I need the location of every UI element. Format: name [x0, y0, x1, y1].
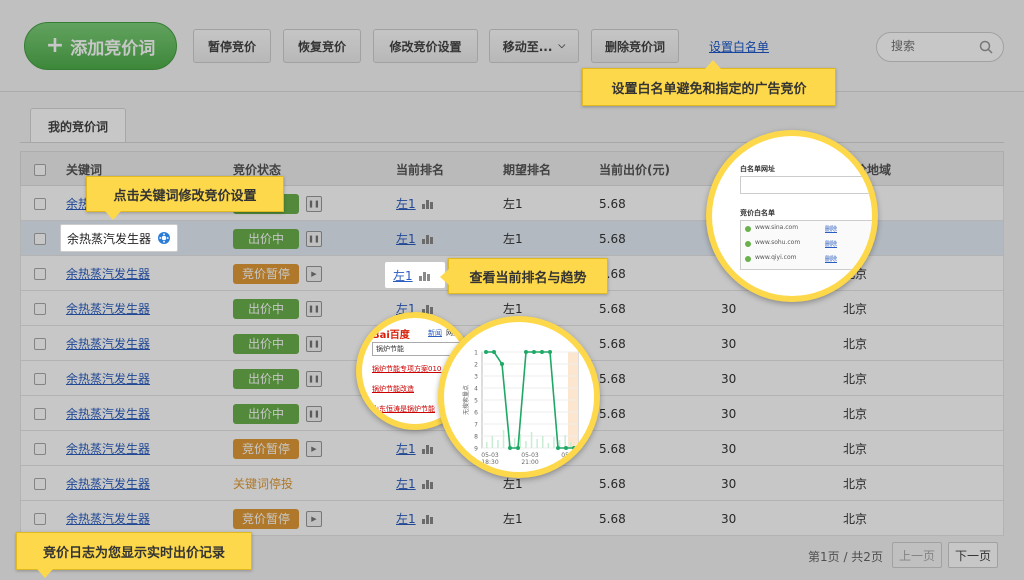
tip-keyword: 点击关键词修改竞价设置 — [86, 176, 284, 220]
volume-bar — [536, 439, 538, 448]
focused-keyword-label: 余热蒸汽发生器 — [67, 231, 152, 246]
tip-rank: 查看当前排名与趋势 — [440, 258, 608, 294]
rank-point — [492, 350, 496, 354]
whitelist-list-label: 竞价白名单 — [740, 209, 775, 217]
y-axis-label: 无搜索量点 — [462, 385, 470, 415]
rank-point — [500, 362, 504, 366]
rank-point — [484, 350, 488, 354]
focused-rank[interactable]: 左1 — [385, 262, 445, 288]
tip-whitelist: 设置白名单避免和指定的广告竞价 — [582, 60, 836, 106]
x-tick-label: 05-03 — [561, 452, 579, 459]
volume-bar — [530, 432, 533, 448]
rank-point — [532, 350, 536, 354]
rank-trend-chart: 123456789无搜索量点05-0318:3005-0321:0005-032… — [462, 350, 579, 467]
x-tick-label-time: 18:30 — [481, 459, 498, 466]
whitelist-url: www.qiyi.com — [755, 254, 797, 261]
rank-trend-magnifier: 1 2 3 4 5 6 7 8 9 无搜索量点 05-03 18:30 05-03 21:00 05-03 2… — [438, 316, 600, 478]
y-tick-label: 3 — [474, 374, 478, 381]
whitelist-url: www.sohu.com — [755, 239, 801, 246]
x-tick-label-time: 21:00 — [521, 459, 538, 466]
volume-bar — [570, 442, 572, 448]
y-tick-label: 1 — [474, 350, 478, 357]
y-tick-label: 8 — [474, 434, 478, 441]
y-tick-label: 2 — [474, 362, 478, 369]
whitelist-magnifier: 白名单网址 竞价白名单 www.sina.com 删除 www.sohu.com… — [706, 130, 878, 302]
y-tick-label: 4 — [474, 386, 478, 393]
globe-icon — [745, 256, 751, 262]
rank-point — [572, 446, 576, 450]
rank-point — [540, 350, 544, 354]
whitelist-entry: www.qiyi.com 删除 — [741, 254, 872, 266]
baidu-logo: Bai百度 — [372, 330, 410, 341]
x-tick-label: 05-03 — [521, 452, 539, 459]
y-tick-label: 7 — [474, 422, 478, 429]
rank-point — [548, 350, 552, 354]
volume-bar — [491, 436, 494, 448]
rank-point — [564, 446, 568, 450]
x-tick-label: 05-03 — [481, 452, 499, 459]
whitelist-url-label: 白名单网址 — [740, 165, 775, 173]
y-tick-label: 5 — [474, 398, 478, 405]
baidu-tab-news: 新闻 — [428, 329, 442, 337]
focused-rank-link[interactable]: 左1 — [393, 267, 413, 284]
whitelist-delete-link[interactable]: 删除 — [825, 224, 837, 233]
gear-icon[interactable] — [157, 231, 171, 245]
y-tick-label: 9 — [474, 446, 478, 453]
volume-bar — [525, 441, 527, 448]
whitelist-entry: www.sina.com 删除 — [741, 224, 872, 236]
globe-icon — [745, 241, 751, 247]
trend-icon[interactable] — [418, 270, 430, 281]
volume-bar — [497, 440, 499, 448]
globe-icon — [745, 226, 751, 232]
volume-bar — [553, 437, 555, 448]
volume-bar — [542, 436, 544, 448]
whitelist-url: www.sina.com — [755, 224, 799, 231]
volume-bar — [547, 443, 550, 448]
y-tick-label: 6 — [474, 410, 478, 417]
whitelist-list: www.sina.com 删除 www.sohu.com 删除 www.qiyi… — [740, 220, 872, 270]
volume-bar — [514, 438, 516, 448]
tip-rank-text: 查看当前排名与趋势 — [469, 270, 587, 286]
volume-bar — [502, 430, 505, 448]
volume-bar — [519, 434, 522, 448]
volume-bar — [486, 442, 488, 448]
tip-bid-log: 竞价日志为您显示实时出价记录 — [16, 532, 252, 578]
rank-point — [516, 446, 520, 450]
whitelist-delete-link[interactable]: 删除 — [825, 239, 837, 248]
rank-point — [524, 350, 528, 354]
rank-point — [556, 446, 560, 450]
x-tick-label-time: 23:30 — [561, 459, 578, 466]
whitelist-url-input[interactable] — [740, 176, 872, 194]
tip-bid-log-text: 竞价日志为您显示实时出价记录 — [42, 545, 225, 561]
tip-keyword-text: 点击关键词修改竞价设置 — [113, 188, 257, 204]
whitelist-entry: www.sohu.com 删除 — [741, 239, 872, 251]
tip-whitelist-text: 设置白名单避免和指定的广告竞价 — [611, 81, 807, 97]
focused-keyword[interactable]: 余热蒸汽发生器 — [60, 224, 178, 252]
whitelist-delete-link[interactable]: 删除 — [825, 254, 837, 263]
rank-point — [508, 446, 512, 450]
